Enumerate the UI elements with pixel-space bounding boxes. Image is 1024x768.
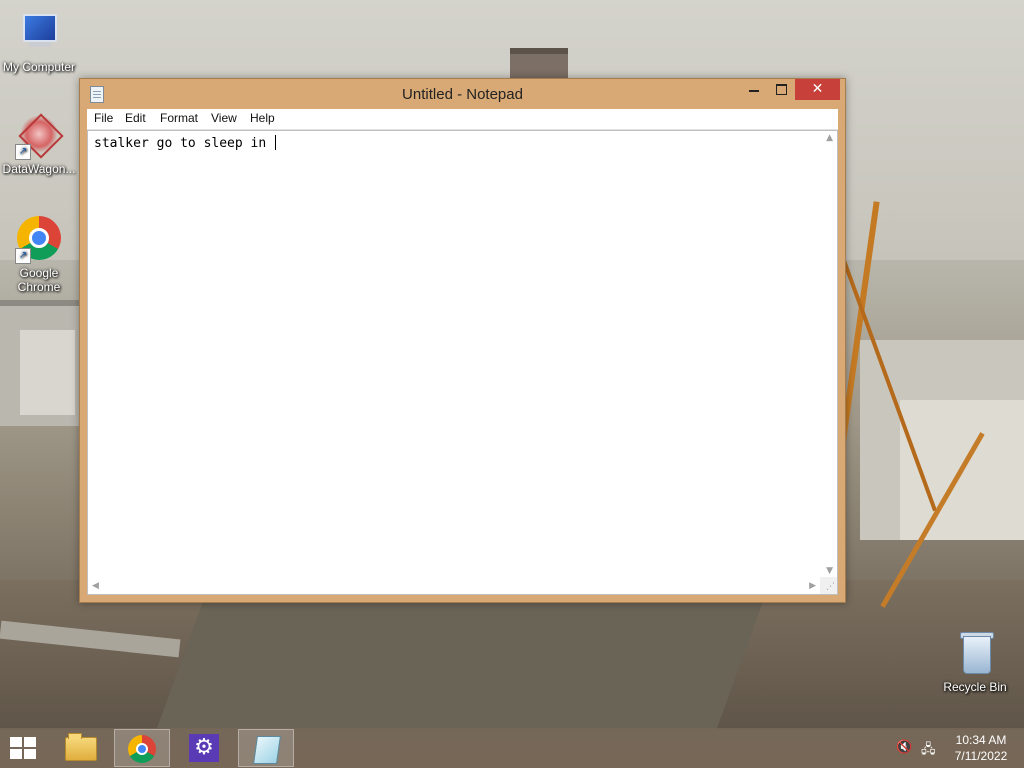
taskbar-notepad[interactable] <box>238 729 294 767</box>
menu-view[interactable]: View <box>211 111 237 125</box>
horizontal-scrollbar[interactable]: ◀ ▶ <box>88 577 820 594</box>
close-button[interactable]: ✕ <box>795 79 840 100</box>
scroll-right-icon[interactable]: ▶ <box>809 581 816 591</box>
maximize-icon <box>776 84 787 95</box>
network-icon[interactable]: 🖧 <box>921 740 937 757</box>
start-button[interactable] <box>10 737 38 759</box>
menu-file[interactable]: File <box>94 111 113 125</box>
taskbar-file-explorer[interactable] <box>52 729 108 767</box>
wallpaper-roof <box>156 600 764 730</box>
shortcut-arrow-icon: ↗ <box>15 248 31 264</box>
notepad-window: Untitled - Notepad ✕ File Edit Format Vi… <box>79 78 846 603</box>
taskbar-control-panel[interactable]: ⚙ <box>176 729 232 767</box>
maximize-button[interactable] <box>768 79 795 100</box>
taskbar-clock[interactable]: 10:34 AM 7/11/2022 <box>948 732 1014 764</box>
computer-icon <box>15 10 63 58</box>
minimize-button[interactable] <box>741 79 768 100</box>
desktop: My Computer ↗ DataWagon... ↗ Google Chro… <box>0 0 1024 768</box>
clock-date: 7/11/2022 <box>954 749 1008 763</box>
chrome-icon: ↗ <box>15 216 63 264</box>
gear-icon: ⚙ <box>189 734 219 762</box>
menu-edit[interactable]: Edit <box>125 111 146 125</box>
title-bar[interactable]: Untitled - Notepad ✕ <box>80 79 845 109</box>
desktop-icon-recycle-bin[interactable]: Recycle Bin <box>937 630 1013 694</box>
desktop-icon-my-computer[interactable]: My Computer <box>1 10 77 74</box>
scroll-down-icon[interactable]: ▼ <box>826 566 833 576</box>
desktop-icon-label: Recycle Bin <box>943 680 1007 694</box>
desktop-icon-google-chrome[interactable]: ↗ Google Chrome <box>1 216 77 294</box>
chrome-icon <box>128 735 156 763</box>
text-caret <box>275 135 277 150</box>
text-editor[interactable]: stalker go to sleep in ▲ ▼ ◀ ▶ ⋰ <box>87 130 838 595</box>
taskbar-google-chrome[interactable] <box>114 729 170 767</box>
editor-text-line[interactable]: stalker go to sleep in <box>94 135 277 151</box>
menu-help[interactable]: Help <box>250 111 275 125</box>
scroll-left-icon[interactable]: ◀ <box>92 581 99 591</box>
desktop-icon-datawagon[interactable]: ↗ DataWagon... <box>1 112 77 176</box>
window-title: Untitled - Notepad <box>402 86 523 103</box>
recycle-bin-icon <box>951 630 999 678</box>
scroll-up-icon[interactable]: ▲ <box>826 133 833 143</box>
desktop-icon-label: Google Chrome <box>17 266 61 294</box>
folder-icon <box>65 733 97 761</box>
desktop-icon-label: My Computer <box>2 60 76 74</box>
menu-bar: File Edit Format View Help <box>87 109 838 130</box>
wallpaper-building <box>20 330 75 415</box>
desktop-icon-label: DataWagon... <box>2 162 76 176</box>
notepad-icon <box>253 736 281 764</box>
resize-corner[interactable]: ⋰ <box>820 577 837 594</box>
editor-content: stalker go to sleep in <box>94 136 275 151</box>
menu-format[interactable]: Format <box>160 111 198 125</box>
speaker-muted-icon[interactable]: 🔇 <box>896 740 912 756</box>
close-icon: ✕ <box>811 81 824 97</box>
taskbar: ⚙ 🔇 🖧 10:34 AM 7/11/2022 <box>0 728 1024 768</box>
clock-time: 10:34 AM <box>955 733 1007 747</box>
shortcut-arrow-icon: ↗ <box>15 144 31 160</box>
minimize-icon <box>749 90 759 92</box>
resize-grip-icon: ⋰ <box>826 582 835 592</box>
datawagon-icon: ↗ <box>15 112 64 160</box>
vertical-scrollbar[interactable]: ▲ ▼ <box>820 131 837 578</box>
